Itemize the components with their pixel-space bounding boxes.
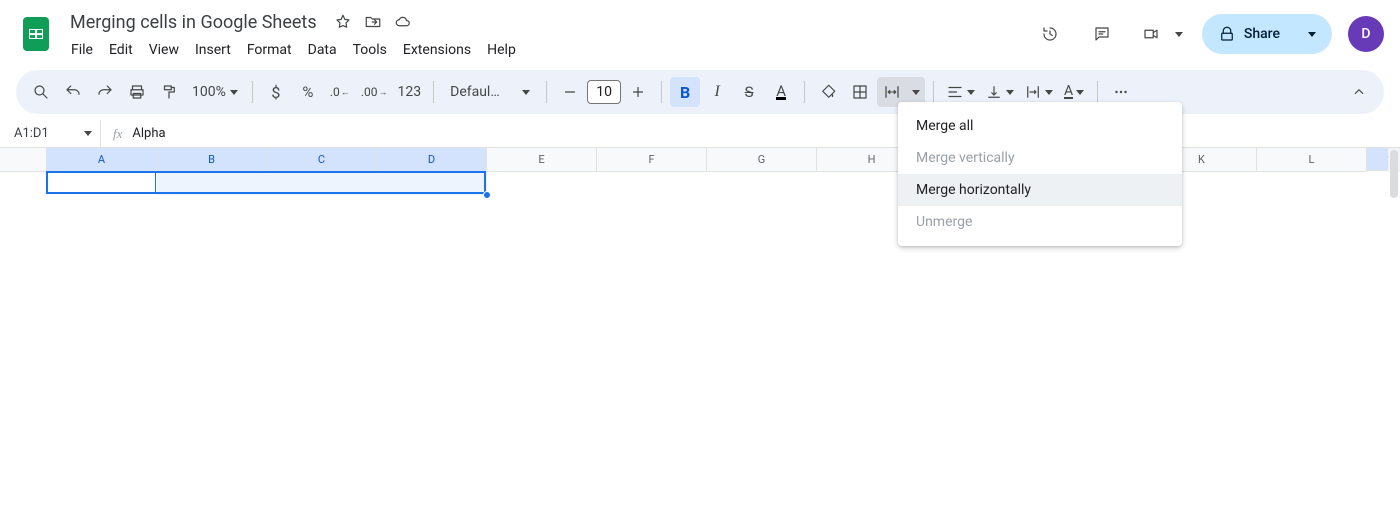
menu-file[interactable]: File [64,38,100,62]
collapse-toolbar-icon[interactable] [1344,77,1374,107]
toolbar: 100% $ % .0← .00→ 123 Defaul… 10 B I S A [16,70,1384,114]
menu-help[interactable]: Help [480,38,523,62]
decrease-font-icon[interactable] [555,77,585,107]
header-right: Share D [1030,8,1384,54]
comments-icon[interactable] [1082,14,1122,54]
account-avatar[interactable]: D [1348,16,1384,52]
italic-button[interactable]: I [702,77,732,107]
selection-fill [157,172,487,195]
menu-format[interactable]: Format [240,38,299,62]
sheets-logo[interactable] [16,14,56,54]
menu-extensions[interactable]: Extensions [396,38,478,62]
bold-button[interactable]: B [670,77,700,107]
undo-icon[interactable] [58,77,88,107]
menu-bar: FileEditViewInsertFormatDataToolsExtensi… [64,36,523,64]
menu-tools[interactable]: Tools [346,38,394,62]
formula-row: A1:D1 fx Alpha [0,120,1400,148]
menu-insert[interactable]: Insert [188,38,238,62]
redo-icon[interactable] [90,77,120,107]
paint-format-icon[interactable] [154,77,184,107]
zoom-value: 100% [192,84,226,100]
menu-data[interactable]: Data [301,38,344,62]
vertical-scrollbar[interactable] [1388,148,1400,172]
search-menus-icon[interactable] [26,77,56,107]
selection-rect [46,171,486,194]
share-dropdown-icon[interactable] [1298,32,1326,37]
unmerge-item: Unmerge [898,206,1182,238]
col-header-B[interactable]: B [157,148,267,172]
name-box[interactable]: A1:D1 [0,120,100,147]
col-header-L[interactable]: L [1257,148,1367,172]
active-cell-outline [47,172,156,194]
zoom-select[interactable]: 100% [186,77,244,107]
text-color-button[interactable]: A [766,77,796,107]
fill-handle[interactable] [483,191,491,199]
formula-value: Alpha [132,126,165,141]
fx-icon: fx [113,126,122,142]
app-header: Merging cells in Google Sheets FileEditV… [0,0,1400,64]
strikethrough-button[interactable]: S [734,77,764,107]
share-label: Share [1244,26,1280,42]
number-format-select[interactable]: 123 [394,77,426,107]
meet-dropdown-icon[interactable] [1168,14,1190,54]
merge-horizontally-item[interactable]: Merge horizontally [898,174,1182,206]
fill-color-button[interactable] [813,77,843,107]
history-icon[interactable] [1030,14,1070,54]
col-header-C[interactable]: C [267,148,377,172]
menu-edit[interactable]: Edit [102,38,140,62]
share-button[interactable]: Share [1202,14,1332,54]
decrease-decimal-icon[interactable]: .0← [325,77,355,107]
cloud-status-icon[interactable] [393,12,413,32]
col-header-F[interactable]: F [597,148,707,172]
document-title[interactable]: Merging cells in Google Sheets [64,10,323,35]
font-size-input[interactable]: 10 [587,80,621,104]
font-select[interactable]: Defaul… [442,77,538,107]
merge-menu: Merge all Merge vertically Merge horizon… [898,102,1182,246]
col-header-D[interactable]: D [377,148,487,172]
font-name: Defaul… [450,84,500,100]
lock-icon [1218,25,1236,43]
merge-all-item[interactable]: Merge all [898,110,1182,142]
move-folder-icon[interactable] [363,12,383,32]
borders-button[interactable] [845,77,875,107]
print-icon[interactable] [122,77,152,107]
col-header-E[interactable]: E [487,148,597,172]
format-percent-icon[interactable]: % [293,77,323,107]
col-header-G[interactable]: G [707,148,817,172]
increase-decimal-icon[interactable]: .00→ [357,77,392,107]
col-header-A[interactable]: A [47,148,157,172]
star-icon[interactable] [333,12,353,32]
select-all-corner[interactable] [0,148,47,172]
name-box-value: A1:D1 [14,126,49,141]
merge-vertically-item: Merge vertically [898,142,1182,174]
meet-icon[interactable] [1134,14,1168,54]
format-currency-icon[interactable]: $ [261,77,291,107]
formula-bar[interactable]: fx Alpha [100,120,1400,147]
increase-font-icon[interactable] [623,77,653,107]
spreadsheet-grid[interactable]: ABCDEFGHIJKL1AlphaBravoCharlieDelta2Echo… [0,148,1400,172]
menu-view[interactable]: View [142,38,186,62]
